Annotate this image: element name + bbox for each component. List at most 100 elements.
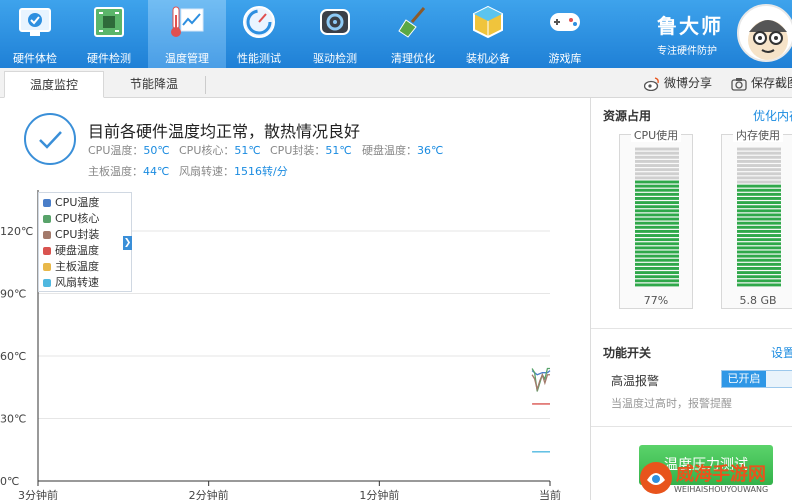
tool-hardware-detect[interactable]: 硬件检测	[70, 0, 148, 68]
watermark-logo-icon	[640, 462, 672, 494]
resources-title: 资源占用	[603, 109, 652, 123]
metric-value: 51℃	[325, 144, 352, 157]
gauge-segment	[737, 258, 781, 262]
gauge-label: 内存使用	[722, 127, 792, 143]
tool-hardware-checkup[interactable]: 硬件体检	[0, 0, 74, 68]
avatar[interactable]	[737, 4, 792, 62]
y-tick-label: 30℃	[0, 413, 26, 426]
metric-value: 36℃	[417, 144, 444, 157]
legend-item[interactable]: 风扇转速	[43, 274, 99, 290]
metric-cpu-temp: CPU温度：50℃	[88, 142, 170, 158]
x-tick-label: 1分钟前	[359, 488, 399, 500]
gauge-segment	[737, 213, 781, 217]
tab-energy-saving[interactable]: 节能降温	[104, 71, 204, 98]
memory-usage-gauge: 内存使用 5.8 GB	[721, 129, 792, 309]
legend-collapse-button[interactable]: ❯	[123, 236, 132, 250]
gauge-segment	[737, 209, 781, 213]
legend-swatch	[43, 247, 51, 255]
legend-item[interactable]: CPU温度	[43, 194, 99, 210]
gauge-segment	[737, 262, 781, 266]
gauge-segment	[635, 254, 679, 258]
metric-cpu-core: CPU核心：51℃	[179, 142, 261, 158]
y-tick-label: 60℃	[0, 350, 26, 363]
gauge-segment	[635, 151, 679, 155]
x-tick-label: 2分钟前	[189, 488, 229, 500]
tool-clean-optimize[interactable]: 清理优化	[374, 0, 452, 68]
gauge-segment	[737, 205, 781, 209]
gauge-segment	[737, 217, 781, 221]
tool-performance-test[interactable]: 性能测试	[220, 0, 298, 68]
tab-temperature-monitor[interactable]: 温度监控	[4, 71, 104, 98]
watermark-subtitle: WEIHAISHOUYOUWANG	[674, 485, 769, 494]
alarm-hint: 当温度过高时，报警提醒	[611, 397, 732, 410]
metric-label: 主板温度：	[88, 165, 143, 178]
gauge-segment	[635, 155, 679, 159]
x-tick-label: 3分钟前	[18, 488, 58, 500]
tab-bar: 温度监控 节能降温 微博分享 保存截图	[0, 68, 792, 98]
cube-icon	[473, 5, 503, 39]
metric-disk-temp: 硬盘温度：36℃	[362, 142, 443, 158]
alarm-toggle[interactable]: 已开启	[721, 370, 792, 388]
gauge-segment	[737, 197, 781, 200]
gauge-segment	[635, 180, 679, 184]
section-divider	[591, 328, 792, 329]
status-check-icon	[24, 113, 76, 165]
gauge-segment	[737, 155, 781, 159]
save-screenshot-button[interactable]: 保存截图	[731, 74, 792, 91]
gauge-segment	[737, 180, 781, 184]
gauge-segment	[635, 164, 679, 167]
x-tick-label: 当前	[539, 488, 561, 500]
tool-driver-detect[interactable]: 驱动检测	[296, 0, 374, 68]
settings-link[interactable]: 设置	[771, 344, 792, 361]
legend-label: CPU核心	[55, 212, 100, 225]
gauge-segment	[635, 283, 679, 287]
gauge-segment	[737, 254, 781, 258]
gauge-segment	[737, 275, 781, 279]
circuit-board-icon	[94, 7, 124, 37]
y-tick-label: 120℃	[0, 225, 33, 238]
gauge-segment	[737, 250, 781, 254]
tool-label: 硬件体检	[13, 52, 57, 65]
metric-label: 风扇转速：	[179, 165, 234, 178]
metric-fan-speed: 风扇转速：1516转/分	[179, 163, 288, 179]
gauge-segment	[635, 147, 679, 151]
gauge-segment	[737, 234, 781, 237]
tool-label: 装机必备	[466, 52, 510, 65]
gauge-segment	[635, 172, 679, 176]
weibo-share-button[interactable]: 微博分享	[644, 74, 712, 91]
chart-legend: CPU温度 CPU核心 CPU封装 硬盘温度 主板温度 风扇转速	[38, 192, 132, 292]
gauge-segment	[635, 188, 679, 192]
legend-swatch	[43, 279, 51, 287]
legend-item[interactable]: 硬盘温度	[43, 242, 99, 258]
gauge-segment	[635, 258, 679, 262]
tool-temperature-management[interactable]: 温度管理	[148, 0, 226, 68]
tool-install-essentials[interactable]: 装机必备	[449, 0, 527, 68]
optimize-memory-link[interactable]: 优化内存	[753, 107, 792, 124]
gauge-segment	[635, 262, 679, 266]
legend-item[interactable]: CPU核心	[43, 210, 99, 226]
gauge-segment	[737, 229, 781, 233]
tool-game-library[interactable]: 游戏库	[526, 0, 604, 68]
gauge-segment	[635, 246, 679, 250]
weibo-share-label: 微博分享	[664, 76, 713, 90]
gauge-segment	[635, 229, 679, 233]
gauge-segment	[635, 168, 679, 172]
cpu-usage-bar	[635, 147, 679, 287]
y-tick-label: 90℃	[0, 288, 26, 301]
metric-label: CPU温度：	[88, 144, 144, 157]
tool-label: 驱动检测	[313, 52, 357, 65]
gauge-segment	[635, 217, 679, 221]
legend-item[interactable]: 主板温度	[43, 258, 99, 274]
gauge-segment	[635, 192, 679, 196]
gauge-segment	[635, 176, 679, 180]
metric-value: 51℃	[234, 144, 261, 157]
legend-item[interactable]: CPU封装	[43, 226, 99, 242]
gauge-segment	[635, 197, 679, 200]
metric-value: 1516转/分	[234, 165, 288, 178]
gauge-segment	[737, 184, 781, 188]
gauge-segment	[737, 242, 781, 246]
gauge-segment	[635, 159, 679, 163]
gauge-segment	[737, 172, 781, 176]
mascot-icon	[748, 20, 788, 60]
cpu-usage-value: 77%	[643, 294, 669, 307]
